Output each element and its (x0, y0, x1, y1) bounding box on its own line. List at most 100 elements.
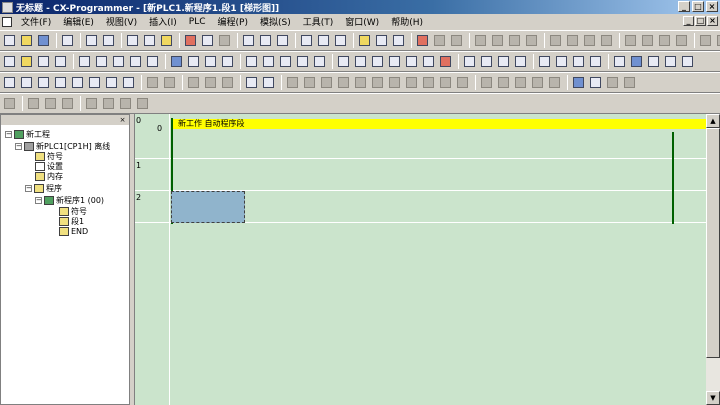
rung-toggle-icon[interactable] (111, 54, 126, 69)
coil-icon[interactable] (353, 54, 368, 69)
insert-column-icon[interactable] (36, 75, 51, 90)
close-icon[interactable]: × (118, 116, 127, 124)
properties-icon[interactable] (663, 54, 678, 69)
ladder-editor[interactable]: 0 0 1 2 新工作 自动程序段 (134, 114, 706, 405)
step-in-icon[interactable] (186, 75, 201, 90)
fb-icon-8[interactable] (135, 96, 150, 111)
mode-icon-4[interactable] (524, 33, 539, 48)
extra-icon-2[interactable] (715, 33, 720, 48)
menu-tools[interactable]: 工具(T) (297, 15, 340, 28)
save-icon[interactable] (36, 33, 51, 48)
monitor-icon-5[interactable] (547, 75, 562, 90)
tree-program-symbols[interactable]: 符号 (59, 206, 87, 216)
watch-icon[interactable] (612, 54, 627, 69)
view-toggle-icon[interactable] (145, 54, 160, 69)
monitor-icon-4[interactable] (530, 75, 545, 90)
coil-nc-icon[interactable] (370, 54, 385, 69)
grid-icon-3[interactable] (657, 33, 672, 48)
sim-step-icon[interactable] (353, 75, 368, 90)
find-icon[interactable] (241, 33, 256, 48)
help-icon[interactable] (316, 33, 331, 48)
sim-play-icon[interactable] (319, 75, 334, 90)
delete-line-icon[interactable] (438, 54, 453, 69)
sim-pause-icon[interactable] (302, 75, 317, 90)
menu-file[interactable]: 文件(F) (15, 15, 57, 28)
info-icon[interactable] (299, 33, 314, 48)
mnemonic-view-icon[interactable] (186, 54, 201, 69)
zoom-in-icon[interactable] (19, 54, 34, 69)
fb-icon-2[interactable] (26, 96, 41, 111)
collapse-icon[interactable]: − (35, 196, 42, 204)
scroll-down-button[interactable]: ▼ (706, 391, 720, 405)
sim-step-3-icon[interactable] (387, 75, 402, 90)
hline-icon[interactable] (336, 54, 351, 69)
menu-view[interactable]: 视图(V) (100, 15, 143, 28)
online-icon[interactable] (357, 33, 372, 48)
online-edit-2-icon[interactable] (479, 54, 494, 69)
zoom-icon[interactable] (2, 54, 17, 69)
print-icon[interactable] (84, 33, 99, 48)
contact-no-icon[interactable] (261, 54, 276, 69)
cycle-time-icon[interactable] (622, 75, 637, 90)
insert-row-icon[interactable] (19, 75, 34, 90)
tree-project-root[interactable]: − 新工程 (5, 129, 50, 139)
setup-icon[interactable] (565, 33, 580, 48)
goto-icon[interactable] (275, 33, 290, 48)
fb-icon-6[interactable] (101, 96, 116, 111)
corner-icon[interactable] (421, 54, 436, 69)
fb-icon-1[interactable] (2, 96, 17, 111)
unit-icon[interactable] (599, 33, 614, 48)
redo-icon[interactable] (217, 33, 232, 48)
stop-icon[interactable] (449, 33, 464, 48)
run-to-icon[interactable] (220, 75, 235, 90)
monitor-icon[interactable] (374, 33, 389, 48)
diff-up-icon[interactable] (87, 75, 102, 90)
tree-program1[interactable]: − 新程序1 (00) (35, 195, 104, 205)
tree-symbols[interactable]: 符号 (35, 151, 63, 161)
pause-icon[interactable] (432, 33, 447, 48)
tree-end[interactable]: END (59, 226, 88, 236)
break-icon-2[interactable] (162, 75, 177, 90)
tree-programs[interactable]: − 程序 (25, 183, 62, 193)
sim-icon[interactable] (70, 75, 85, 90)
instruction-icon[interactable] (387, 54, 402, 69)
paste-icon[interactable] (159, 33, 174, 48)
zoom-out-icon[interactable] (53, 54, 68, 69)
tree-settings[interactable]: 设置 (35, 161, 63, 171)
monitor-icon-3[interactable] (513, 75, 528, 90)
menu-program[interactable]: 编程(P) (212, 15, 254, 28)
mode-icon-1[interactable] (473, 33, 488, 48)
cut-icon[interactable] (125, 33, 140, 48)
comment-toggle-icon[interactable] (94, 54, 109, 69)
menu-insert[interactable]: 插入(I) (143, 15, 183, 28)
fb-icon-3[interactable] (43, 96, 58, 111)
transfer-edit-icon[interactable] (496, 54, 511, 69)
new-icon[interactable] (2, 33, 17, 48)
print-preview-icon[interactable] (60, 33, 75, 48)
menu-edit[interactable]: 编辑(E) (57, 15, 100, 28)
sim-step-2-icon[interactable] (370, 75, 385, 90)
scroll-up-button[interactable]: ▲ (706, 114, 720, 128)
select-icon[interactable] (244, 54, 259, 69)
minimize-button[interactable]: _ (678, 1, 690, 12)
preview-icon[interactable] (101, 33, 116, 48)
fb-icon-7[interactable] (118, 96, 133, 111)
mdi-minimize-button[interactable]: _ (683, 16, 694, 26)
fb-icon-4[interactable] (60, 96, 75, 111)
scroll-thumb[interactable] (706, 128, 720, 358)
section-comment[interactable]: 新工作 自动程序段 (173, 119, 706, 129)
tree-section1[interactable]: 段1 (59, 216, 84, 226)
sim-step-7-icon[interactable] (455, 75, 470, 90)
grid-icon-1[interactable] (623, 33, 638, 48)
replace-icon[interactable] (258, 33, 273, 48)
force-icon-1[interactable] (537, 54, 552, 69)
force-icon-4[interactable] (588, 54, 603, 69)
menu-plc[interactable]: PLC (183, 17, 212, 27)
mode-icon-3[interactable] (507, 33, 522, 48)
online-edit-icon[interactable] (462, 54, 477, 69)
monitor-icon-2[interactable] (496, 75, 511, 90)
mdi-close-button[interactable]: × (707, 16, 718, 26)
plc-config-icon[interactable] (53, 75, 68, 90)
close-button[interactable]: × (706, 1, 718, 12)
collapse-icon[interactable]: − (5, 130, 12, 138)
